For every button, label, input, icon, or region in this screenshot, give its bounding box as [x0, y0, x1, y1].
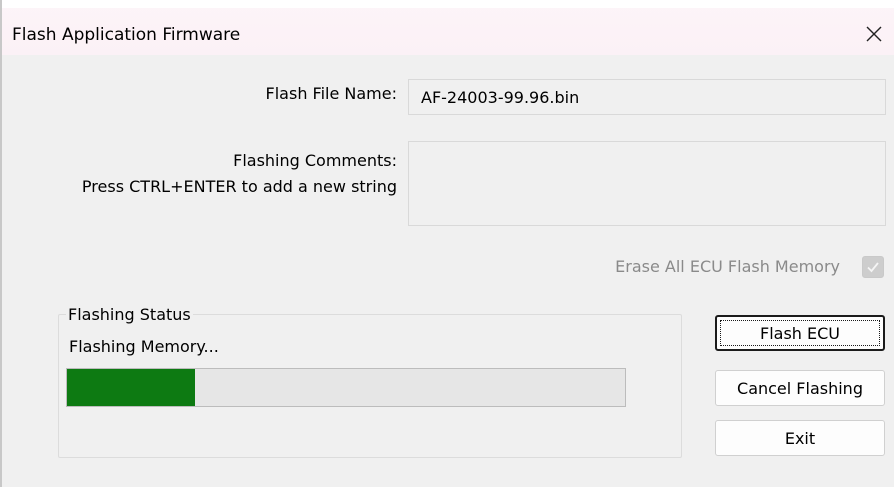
- comments-label: Flashing Comments:: [233, 151, 397, 170]
- file-name-value: AF-24003-99.96.bin: [421, 88, 580, 107]
- erase-memory-checkbox[interactable]: [862, 256, 884, 278]
- cancel-flashing-button[interactable]: Cancel Flashing: [715, 370, 885, 406]
- window-top-edge: [2, 0, 894, 8]
- file-name-label: Flash File Name:: [265, 84, 397, 103]
- title-bar: Flash Application Firmware: [2, 0, 894, 55]
- flash-firmware-dialog: Flash Application Firmware Flash File Na…: [0, 0, 894, 487]
- close-button[interactable]: [856, 19, 892, 49]
- focus-indicator: [720, 320, 880, 346]
- exit-button[interactable]: Exit: [715, 420, 885, 456]
- checkmark-icon: [867, 262, 879, 273]
- flashing-status-title: Flashing Status: [66, 305, 193, 324]
- exit-button-label: Exit: [784, 428, 816, 448]
- window-title: Flash Application Firmware: [12, 25, 241, 45]
- file-name-field[interactable]: AF-24003-99.96.bin: [408, 79, 886, 115]
- flashing-progress-fill: [67, 369, 196, 406]
- comments-hint-label: Press CTRL+ENTER to add a new string: [81, 177, 397, 196]
- close-icon: [866, 26, 882, 42]
- cancel-flashing-button-label: Cancel Flashing: [737, 378, 863, 398]
- flashing-status-message: Flashing Memory...: [69, 337, 219, 356]
- flash-ecu-button[interactable]: Flash ECU: [715, 315, 885, 351]
- comments-textarea[interactable]: [408, 141, 886, 226]
- flashing-progress-bar: [66, 368, 626, 407]
- erase-memory-label: Erase All ECU Flash Memory: [615, 257, 840, 276]
